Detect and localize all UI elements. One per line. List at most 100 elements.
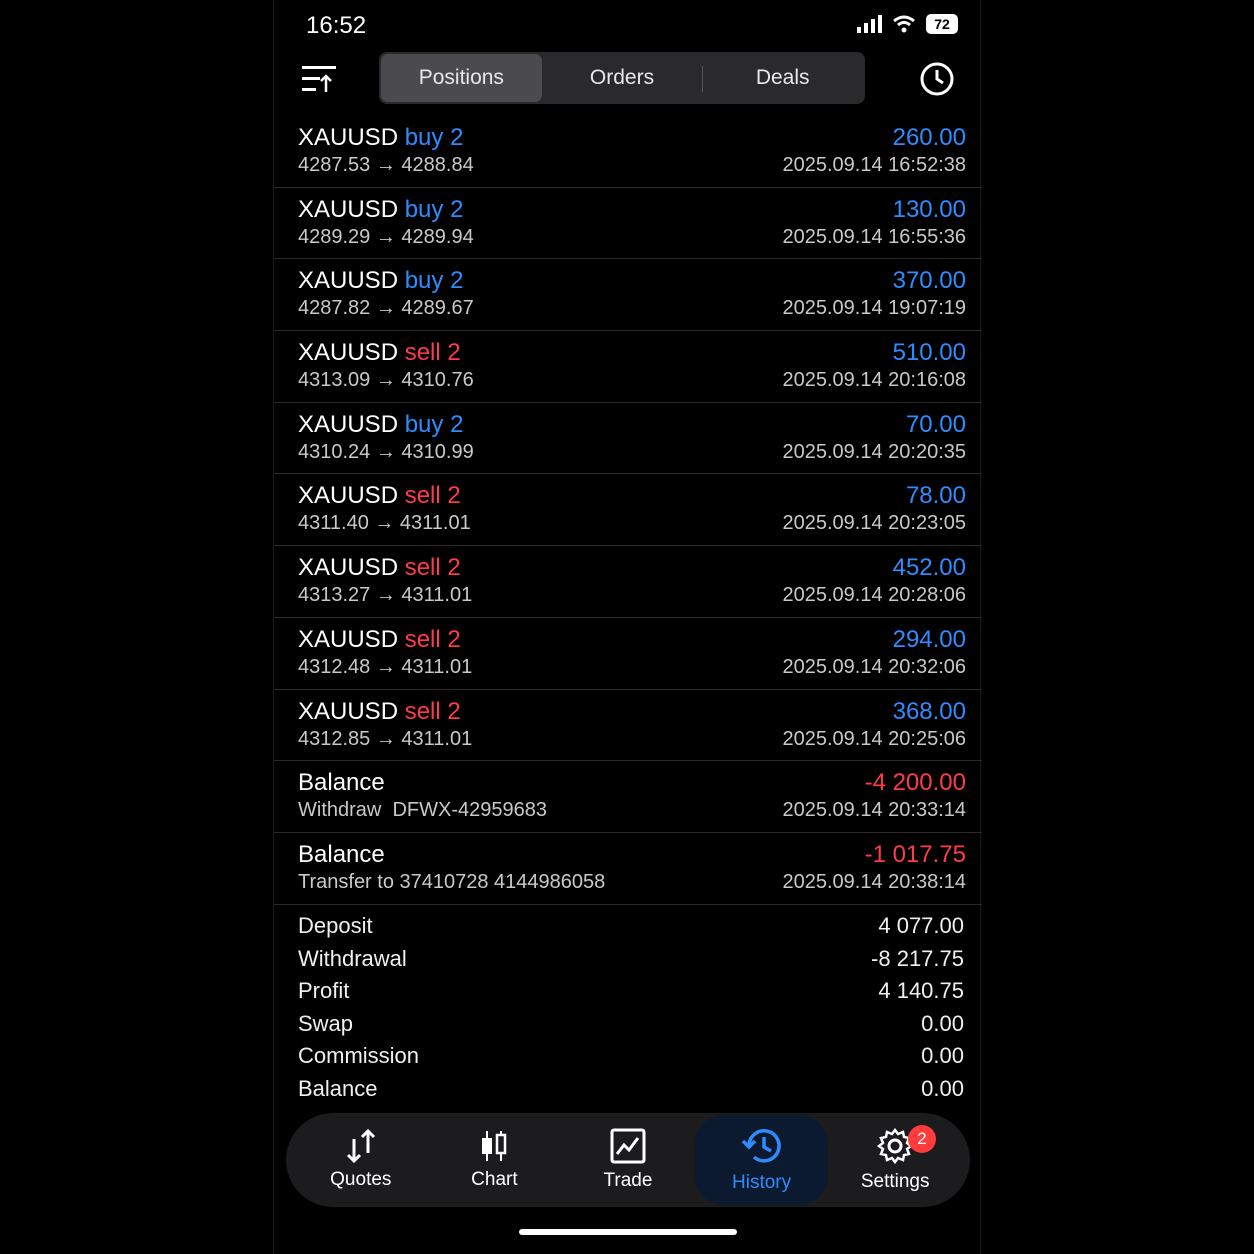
status-time: 16:52 <box>306 12 367 39</box>
deal-time: 2025.09.14 16:52:38 <box>782 154 966 176</box>
deal-side: sell 2 <box>404 697 461 725</box>
deal-time: 2025.09.14 16:55:36 <box>782 225 966 248</box>
deal-prices: 4312.85 → 4311.01 <box>298 727 473 750</box>
summary-value: -8 217.75 <box>871 945 964 971</box>
tab-trade[interactable]: Trade <box>561 1115 695 1205</box>
balance-row[interactable]: Balance Withdraw DFWX-42959683 -4 200.00… <box>274 761 982 833</box>
filter-menu-icon[interactable] <box>300 62 338 96</box>
deal-prices: 4313.27 → 4311.01 <box>298 584 473 607</box>
balance-time: 2025.09.14 20:33:14 <box>782 799 966 822</box>
signal-icon <box>857 15 882 33</box>
tab-chart[interactable]: Chart <box>428 1115 562 1205</box>
chart-icon <box>482 1131 507 1161</box>
balance-comment: Withdraw DFWX-42959683 <box>298 799 547 822</box>
summary-label: Swap <box>298 1010 354 1036</box>
deal-prices: 4312.48 → 4311.01 <box>298 655 473 678</box>
summary-label: Balance <box>298 1075 378 1101</box>
deal-symbol: XAUUSD <box>298 625 399 653</box>
tab-settings[interactable]: Settings 2 <box>828 1115 962 1205</box>
deal-side: buy 2 <box>404 195 464 223</box>
deal-time: 2025.09.14 20:16:08 <box>782 369 966 392</box>
tab-label: Trade <box>603 1170 653 1191</box>
history-list: XAUUSD buy 2 4287.53 → 4288.84 260.00 20… <box>274 116 982 905</box>
summary-row: Balance 0.00 <box>298 1073 964 1106</box>
notification-badge: 2 <box>907 1125 936 1153</box>
deal-row[interactable]: XAUUSD sell 2 4312.85 → 4311.01 368.00 2… <box>274 690 982 762</box>
summary-row: Commission 0.00 <box>298 1040 964 1073</box>
balance-title: Balance <box>298 840 385 868</box>
deal-time: 2025.09.14 20:23:05 <box>782 512 966 535</box>
deal-row[interactable]: XAUUSD buy 2 4310.24 → 4310.99 70.00 202… <box>274 403 982 475</box>
deal-side: sell 2 <box>404 482 461 510</box>
segmented-control: Positions Orders Deals <box>379 52 865 104</box>
summary-value: 0.00 <box>921 1010 964 1036</box>
deal-row[interactable]: XAUUSD sell 2 4313.09 → 4310.76 510.00 2… <box>274 331 982 403</box>
deal-time: 2025.09.14 20:32:06 <box>782 655 966 678</box>
tab-label: Chart <box>471 1169 518 1190</box>
deal-profit: 370.00 <box>892 267 966 295</box>
deal-symbol: XAUUSD <box>298 410 399 438</box>
phone-screen: 16:52 72 Positions Orders Deals XAUUSD b… <box>273 0 982 1254</box>
tab-positions[interactable]: Positions <box>381 54 542 102</box>
deal-side: buy 2 <box>404 267 464 295</box>
summary-label: Deposit <box>298 913 373 939</box>
balance-title: Balance <box>298 769 385 797</box>
deal-symbol: XAUUSD <box>298 267 399 295</box>
tab-deals[interactable]: Deals <box>702 54 863 102</box>
deal-symbol: XAUUSD <box>298 124 399 151</box>
deal-side: buy 2 <box>404 410 464 438</box>
deal-symbol: XAUUSD <box>298 339 399 367</box>
deal-side: buy 2 <box>404 124 464 151</box>
deal-row[interactable]: XAUUSD buy 2 4287.82 → 4289.67 370.00 20… <box>274 259 982 332</box>
deal-row[interactable]: XAUUSD buy 2 4287.53 → 4288.84 260.00 20… <box>274 116 982 188</box>
deal-row[interactable]: XAUUSD sell 2 4311.40 → 4311.01 78.00 20… <box>274 474 982 547</box>
history-icon[interactable] <box>918 60 956 98</box>
tab-label: History <box>732 1172 792 1193</box>
deal-profit: 510.00 <box>892 339 966 367</box>
deal-prices: 4287.53 → 4288.84 <box>298 154 474 176</box>
tab-history[interactable]: History <box>694 1115 829 1205</box>
summary-row: Withdrawal -8 217.75 <box>298 943 964 976</box>
deal-time: 2025.09.14 20:25:06 <box>782 727 966 750</box>
balance-comment: Transfer to 37410728 4144986058 <box>298 870 606 893</box>
deal-profit: 130.00 <box>892 195 966 223</box>
deal-row[interactable]: XAUUSD buy 2 4289.29 → 4289.94 130.00 20… <box>274 188 982 260</box>
deal-prices: 4311.40 → 4311.01 <box>298 512 471 535</box>
quotes-icon <box>346 1129 375 1163</box>
deal-prices: 4310.24 → 4310.99 <box>298 440 474 463</box>
summary-value: 4 140.75 <box>878 978 964 1004</box>
balance-amount: -1 017.75 <box>864 840 966 868</box>
summary-value: 4 077.00 <box>878 913 964 939</box>
deal-time: 2025.09.14 20:20:35 <box>782 440 966 463</box>
deal-prices: 4289.29 → 4289.94 <box>298 225 474 248</box>
tab-quotes[interactable]: Quotes <box>294 1115 428 1205</box>
deal-profit: 452.00 <box>892 554 966 582</box>
deal-symbol: XAUUSD <box>298 195 399 223</box>
status-icons: 72 <box>856 14 958 34</box>
summary-row: Swap 0.00 <box>298 1008 964 1041</box>
summary-label: Withdrawal <box>298 945 407 971</box>
deal-side: sell 2 <box>404 625 461 653</box>
deal-symbol: XAUUSD <box>298 482 399 510</box>
deal-symbol: XAUUSD <box>298 554 399 582</box>
balance-row[interactable]: Balance Transfer to 37410728 4144986058 … <box>274 833 982 905</box>
deal-profit: 260.00 <box>892 124 966 151</box>
deal-side: sell 2 <box>404 554 461 582</box>
summary-value: 0.00 <box>921 1043 964 1069</box>
deal-time: 2025.09.14 19:07:19 <box>782 297 966 320</box>
balance-amount: -4 200.00 <box>864 769 966 797</box>
trade-icon <box>610 1128 646 1164</box>
deal-row[interactable]: XAUUSD sell 2 4313.27 → 4311.01 452.00 2… <box>274 546 982 618</box>
tab-orders[interactable]: Orders <box>542 54 703 102</box>
deal-symbol: XAUUSD <box>298 697 399 725</box>
deal-row[interactable]: XAUUSD sell 2 4312.48 → 4311.01 294.00 2… <box>274 618 982 690</box>
tab-label: Quotes <box>330 1169 392 1190</box>
deal-profit: 294.00 <box>892 625 966 653</box>
deal-profit: 368.00 <box>892 697 966 725</box>
deal-prices: 4287.82 → 4289.67 <box>298 297 474 320</box>
battery-icon: 72 <box>926 14 958 34</box>
tab-label: Settings <box>860 1171 930 1192</box>
home-indicator[interactable] <box>519 1229 737 1235</box>
summary-row: Profit 4 140.75 <box>298 975 964 1008</box>
balance-time: 2025.09.14 20:38:14 <box>782 870 966 893</box>
